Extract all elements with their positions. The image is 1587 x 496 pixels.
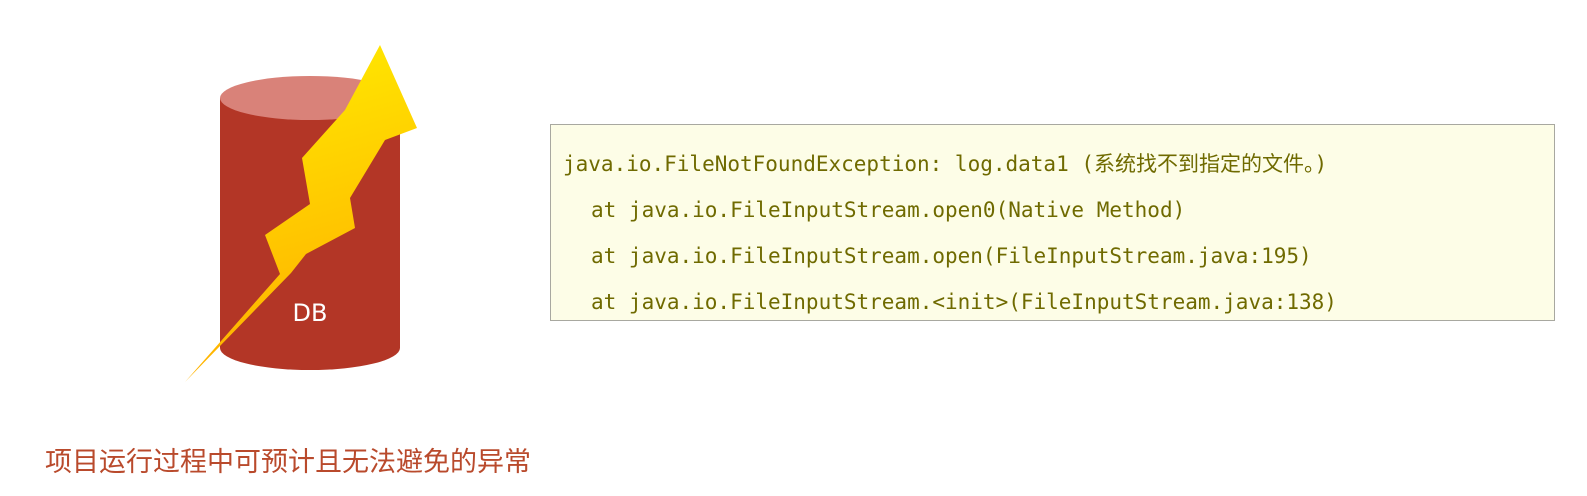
slide-caption: 项目运行过程中可预计且无法避免的异常 bbox=[45, 447, 531, 478]
exception-stack-trace: java.io.FileNotFoundException: log.data1… bbox=[550, 124, 1555, 321]
database-cylinder-icon bbox=[185, 45, 417, 382]
database-illustration: DB bbox=[180, 40, 425, 390]
stack-frame: at java.io.FileInputStream.open(FileInpu… bbox=[591, 244, 1312, 268]
db-label: DB bbox=[292, 299, 328, 327]
stack-frame: at java.io.FileInputStream.open0(Native … bbox=[591, 198, 1186, 222]
stack-frame: at java.io.FileInputStream.<init>(FileIn… bbox=[591, 290, 1337, 314]
exception-message: java.io.FileNotFoundException: log.data1… bbox=[563, 152, 1328, 176]
